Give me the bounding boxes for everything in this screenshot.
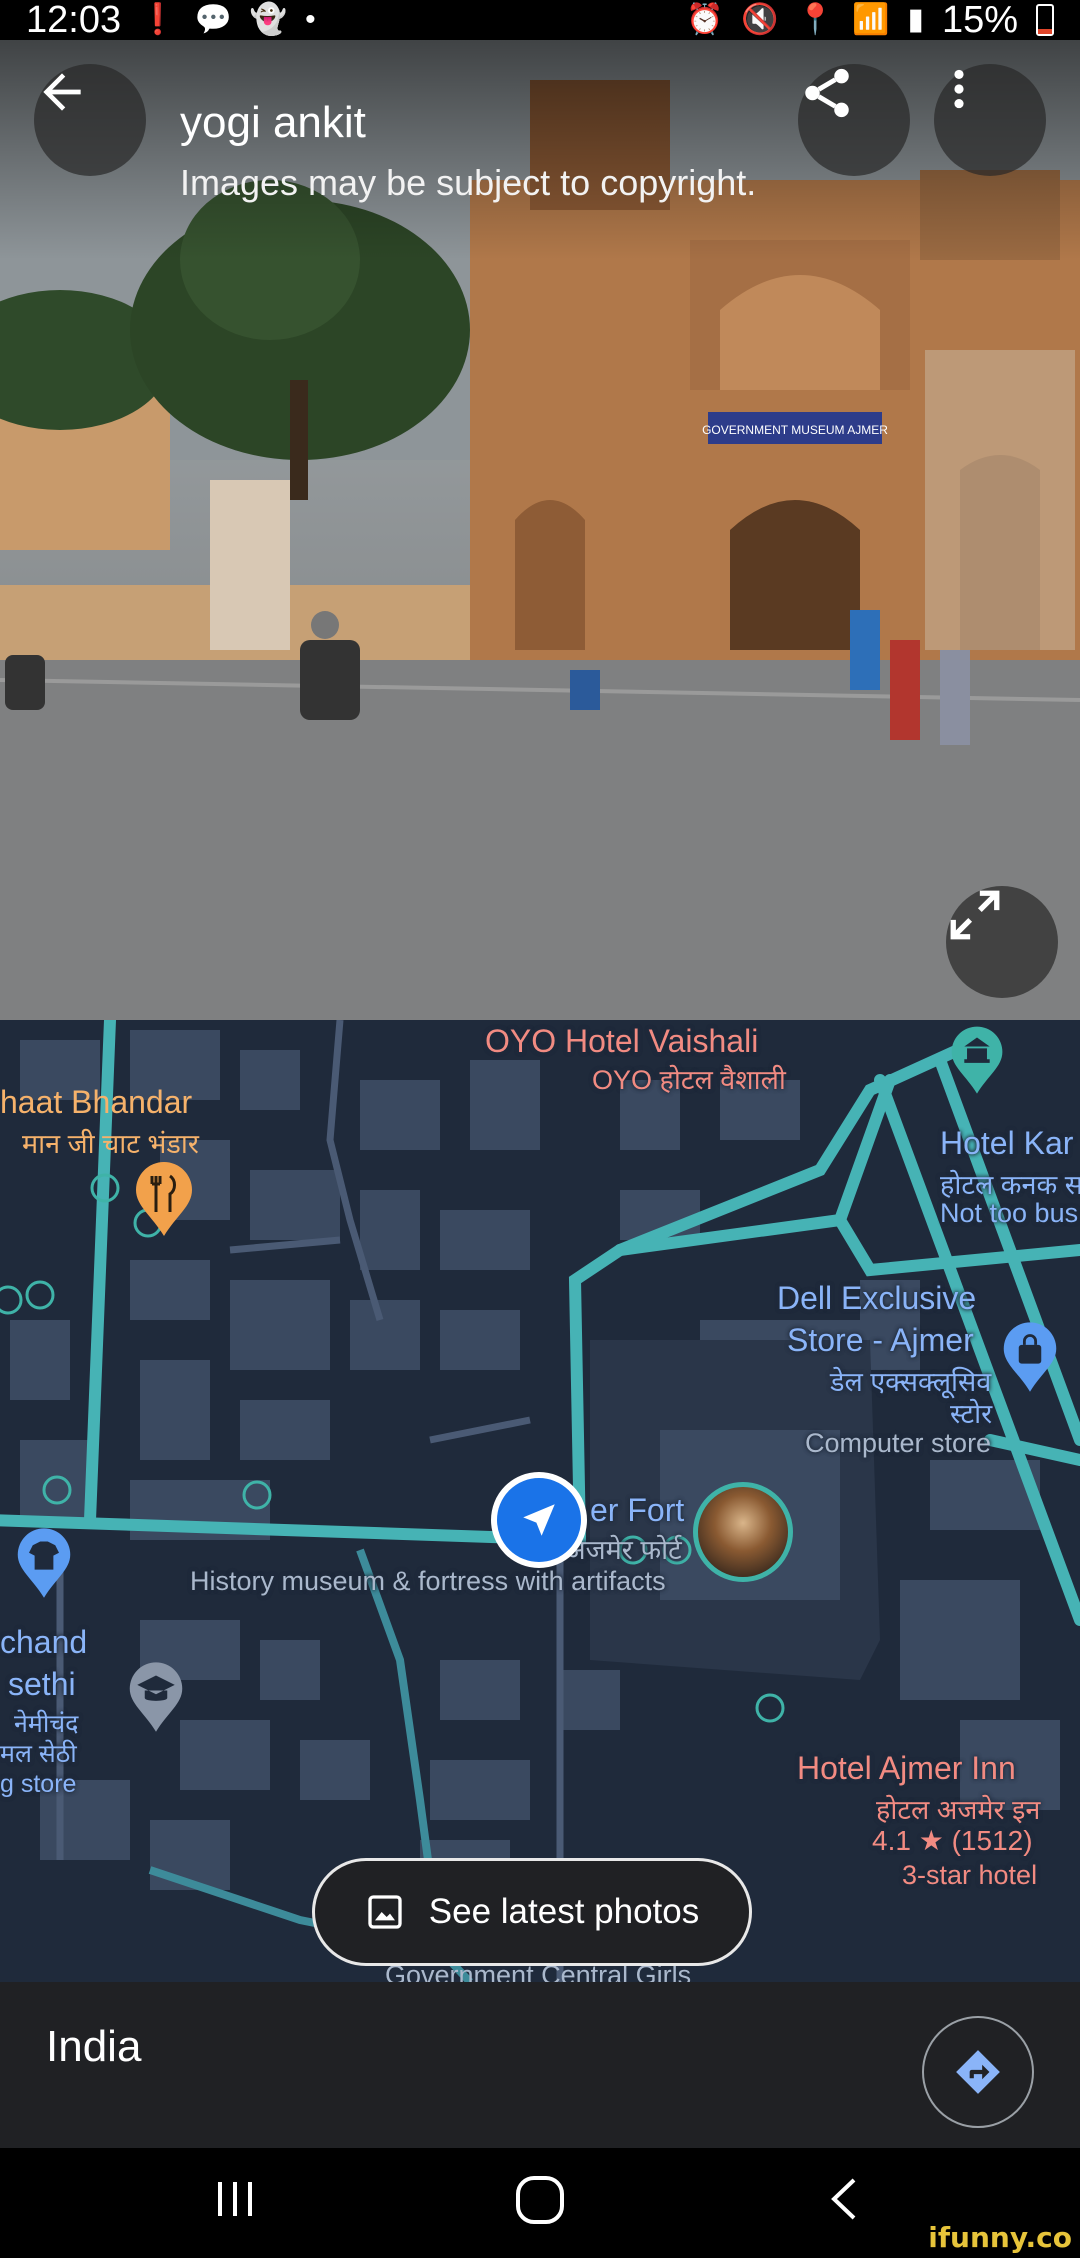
map-view[interactable]: OYO Hotel Vaishali OYO होटल वैशाली haat … <box>0 1020 1080 1982</box>
battery-icon <box>1036 4 1054 36</box>
share-icon <box>805 68 849 118</box>
street-view-photo[interactable]: GOVERNMENT MUSEUM AJMER yogi ankit Image… <box>0 40 1080 1020</box>
oyo-hotel-label[interactable]: OYO Hotel Vaishali <box>485 1023 758 1060</box>
location-icon: 📍 <box>796 3 835 36</box>
chand-store-label-2[interactable]: sethi <box>8 1666 76 1703</box>
alert-icon: ❗ <box>139 3 177 36</box>
expand-icon <box>950 890 1000 940</box>
hotel-kanak-label[interactable]: Hotel Kar <box>940 1125 1073 1162</box>
rating-value: 4.1 <box>872 1825 911 1856</box>
dell-store-category: Computer store <box>805 1428 992 1458</box>
dell-store-label[interactable]: Dell Exclusive <box>777 1280 976 1317</box>
chand-store-label[interactable]: chand <box>0 1624 87 1661</box>
battery-level: 15% <box>941 0 1018 41</box>
museum-pin-icon[interactable] <box>948 1026 1006 1096</box>
arrow-left-icon <box>43 73 81 111</box>
fort-description: History museum & fortress with artifacts <box>190 1566 666 1596</box>
clothing-pin-icon[interactable] <box>14 1528 74 1600</box>
bhandar-hindi: मान जी चाट भंडार <box>22 1129 199 1159</box>
dell-store-label-2[interactable]: Store - Ajmer <box>787 1322 974 1359</box>
wifi-icon: 📶 <box>852 3 890 36</box>
hotel-kanak-hindi: होटल कनक स <box>940 1170 1080 1200</box>
current-location-marker <box>491 1472 587 1568</box>
back-nav-icon[interactable] <box>820 2174 870 2224</box>
restaurant-pin-icon[interactable] <box>132 1162 196 1238</box>
alarm-icon: ⏰ <box>685 3 724 36</box>
chand-store-category: g store <box>0 1770 77 1798</box>
chat-icon: 💬 <box>194 3 232 36</box>
dell-store-hindi-2: स्टोर <box>950 1399 993 1429</box>
shopping-pin-icon[interactable] <box>1000 1322 1060 1394</box>
review-count: (1512) <box>951 1825 1033 1856</box>
star-icon: ★ <box>918 1825 952 1856</box>
header-shade <box>0 40 1080 260</box>
time: 12:03 <box>26 0 122 41</box>
mute-icon: 🔇 <box>741 3 779 36</box>
dot-icon: • <box>305 3 316 36</box>
copyright-note: Images may be subject to copyright. <box>180 162 757 203</box>
hotel-ajmer-inn-hindi: होटल अजमेर इन <box>876 1795 1041 1825</box>
fullscreen-button[interactable] <box>946 886 1058 998</box>
bhandar-label[interactable]: haat Bhandar <box>0 1084 192 1121</box>
more-vert-icon <box>954 69 964 109</box>
hotel-kanak-status: Not too bus <box>940 1198 1079 1228</box>
hotel-ajmer-inn-category: 3-star hotel <box>902 1860 1038 1890</box>
fort-thumbnail[interactable] <box>693 1482 793 1582</box>
oyo-hotel-hindi: OYO होटल वैशाली <box>592 1065 786 1095</box>
watermark: ifunny.co <box>928 2221 1072 2254</box>
page-title: yogi ankit <box>180 98 366 147</box>
directions-icon <box>956 2050 1000 2094</box>
hotel-ajmer-inn-rating: 4.1 ★ (1512) <box>872 1824 1033 1857</box>
signal-icon: ▮ <box>907 3 924 36</box>
chand-store-hindi: नेमीचंद <box>14 1710 79 1738</box>
chand-store-hindi-2: मल सेठी <box>0 1740 77 1768</box>
share-button[interactable] <box>798 64 910 176</box>
see-latest-photos-label: See latest photos <box>428 1892 700 1931</box>
directions-button[interactable] <box>922 2016 1034 2128</box>
ghost-icon: 👻 <box>249 3 288 36</box>
status-bar: 12:03 ❗ 💬 👻 • ⏰ 🔇 📍 📶 ▮ 15% <box>0 0 1080 41</box>
recent-apps-icon[interactable] <box>210 2174 260 2224</box>
museum-signboard: GOVERNMENT MUSEUM AJMER <box>702 423 888 437</box>
more-options-button[interactable] <box>934 64 1046 176</box>
location-name: India <box>46 2022 142 2071</box>
see-latest-photos-button[interactable]: See latest photos <box>312 1858 752 1966</box>
image-icon <box>368 1895 402 1929</box>
school-pin-icon[interactable] <box>126 1662 186 1734</box>
navigation-arrow-icon <box>523 1504 555 1536</box>
home-icon[interactable] <box>514 2174 566 2226</box>
hotel-ajmer-inn-label[interactable]: Hotel Ajmer Inn <box>797 1750 1016 1787</box>
fort-label[interactable]: er Fort <box>590 1492 684 1529</box>
bottom-sheet[interactable]: India <box>0 1982 1080 2148</box>
system-navigation-bar: ifunny.co <box>0 2148 1080 2258</box>
back-button[interactable] <box>34 64 146 176</box>
